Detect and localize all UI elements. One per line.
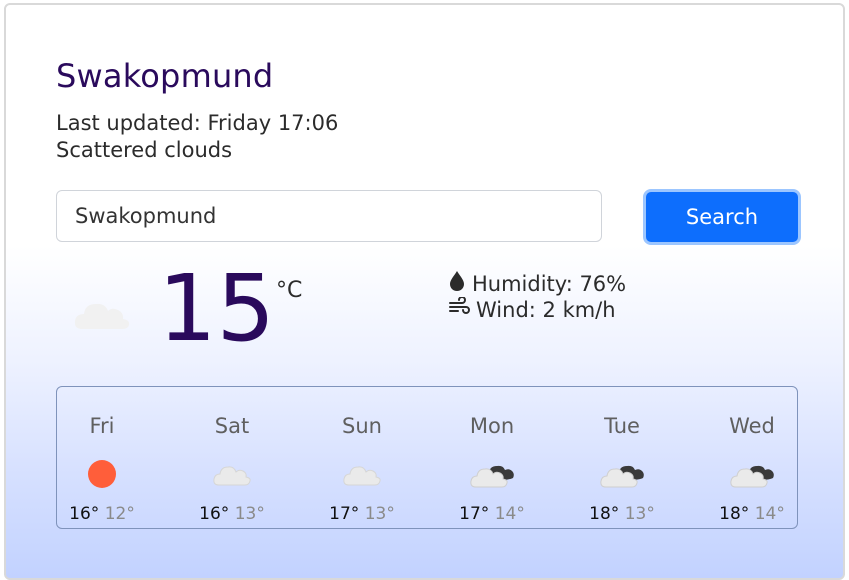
broken-clouds-icon	[437, 457, 547, 491]
humidity-row: Humidity: 76%	[448, 270, 626, 297]
sun-icon	[47, 457, 157, 491]
cloud-icon	[72, 293, 132, 337]
forecast-day: Sat 16° 13°	[177, 387, 287, 527]
broken-clouds-icon	[697, 457, 807, 491]
forecast-temps: 16° 12°	[47, 504, 157, 524]
forecast-temps: 16° 13°	[177, 504, 287, 524]
city-search-input[interactable]	[56, 190, 602, 242]
current-temperature: 15	[158, 255, 276, 362]
forecast-low: 12°	[104, 504, 135, 524]
forecast-day: Fri 16° 12°	[47, 387, 157, 527]
weather-description: Scattered clouds	[56, 138, 233, 162]
weather-card: Swakopmund Last updated: Friday 17:06 Sc…	[4, 3, 845, 580]
forecast-high: 18°	[589, 504, 620, 524]
last-updated-text: Last updated: Friday 17:06	[56, 111, 339, 135]
wind-row: Wind: 2 km/h	[448, 296, 616, 322]
forecast-high: 16°	[199, 504, 230, 524]
forecast-day-name: Sat	[214, 414, 250, 438]
forecast-low: 13°	[364, 504, 395, 524]
forecast-day-name: Mon	[469, 414, 515, 438]
wind-text: Wind: 2 km/h	[476, 297, 616, 322]
forecast-day: Wed 18° 14°	[697, 387, 807, 527]
humidity-text: Humidity: 76%	[472, 271, 627, 296]
broken-clouds-icon	[567, 457, 677, 491]
forecast-temps: 17° 13°	[307, 504, 417, 524]
forecast-low: 13°	[624, 504, 655, 524]
forecast-day: Sun 17° 13°	[307, 387, 417, 527]
forecast-low: 14°	[754, 504, 785, 524]
cloud-icon	[177, 457, 287, 491]
city-title: Swakopmund	[56, 57, 274, 95]
forecast-day-name: Sun	[342, 414, 382, 438]
forecast-day: Tue 18° 13°	[567, 387, 677, 527]
search-button[interactable]: Search	[643, 189, 801, 245]
water-drop-icon	[448, 270, 466, 297]
forecast-temps: 18° 14°	[697, 504, 807, 524]
forecast-day-name: Tue	[604, 414, 640, 438]
forecast-day-name: Fri	[89, 414, 115, 438]
forecast-high: 17°	[329, 504, 360, 524]
forecast-temps: 17° 14°	[437, 504, 547, 524]
temperature-unit: °C	[276, 278, 303, 303]
forecast-low: 14°	[494, 504, 525, 524]
forecast-panel: Fri 16° 12° Sat 16° 13° Sun 17° 13° Mon …	[56, 386, 798, 529]
cloud-icon	[307, 457, 417, 491]
wind-icon	[448, 296, 470, 322]
forecast-low: 13°	[234, 504, 265, 524]
forecast-day-name: Wed	[729, 414, 775, 438]
forecast-temps: 18° 13°	[567, 504, 677, 524]
forecast-high: 17°	[459, 504, 490, 524]
forecast-high: 18°	[719, 504, 750, 524]
forecast-day: Mon 17° 14°	[437, 387, 547, 527]
forecast-high: 16°	[69, 504, 100, 524]
